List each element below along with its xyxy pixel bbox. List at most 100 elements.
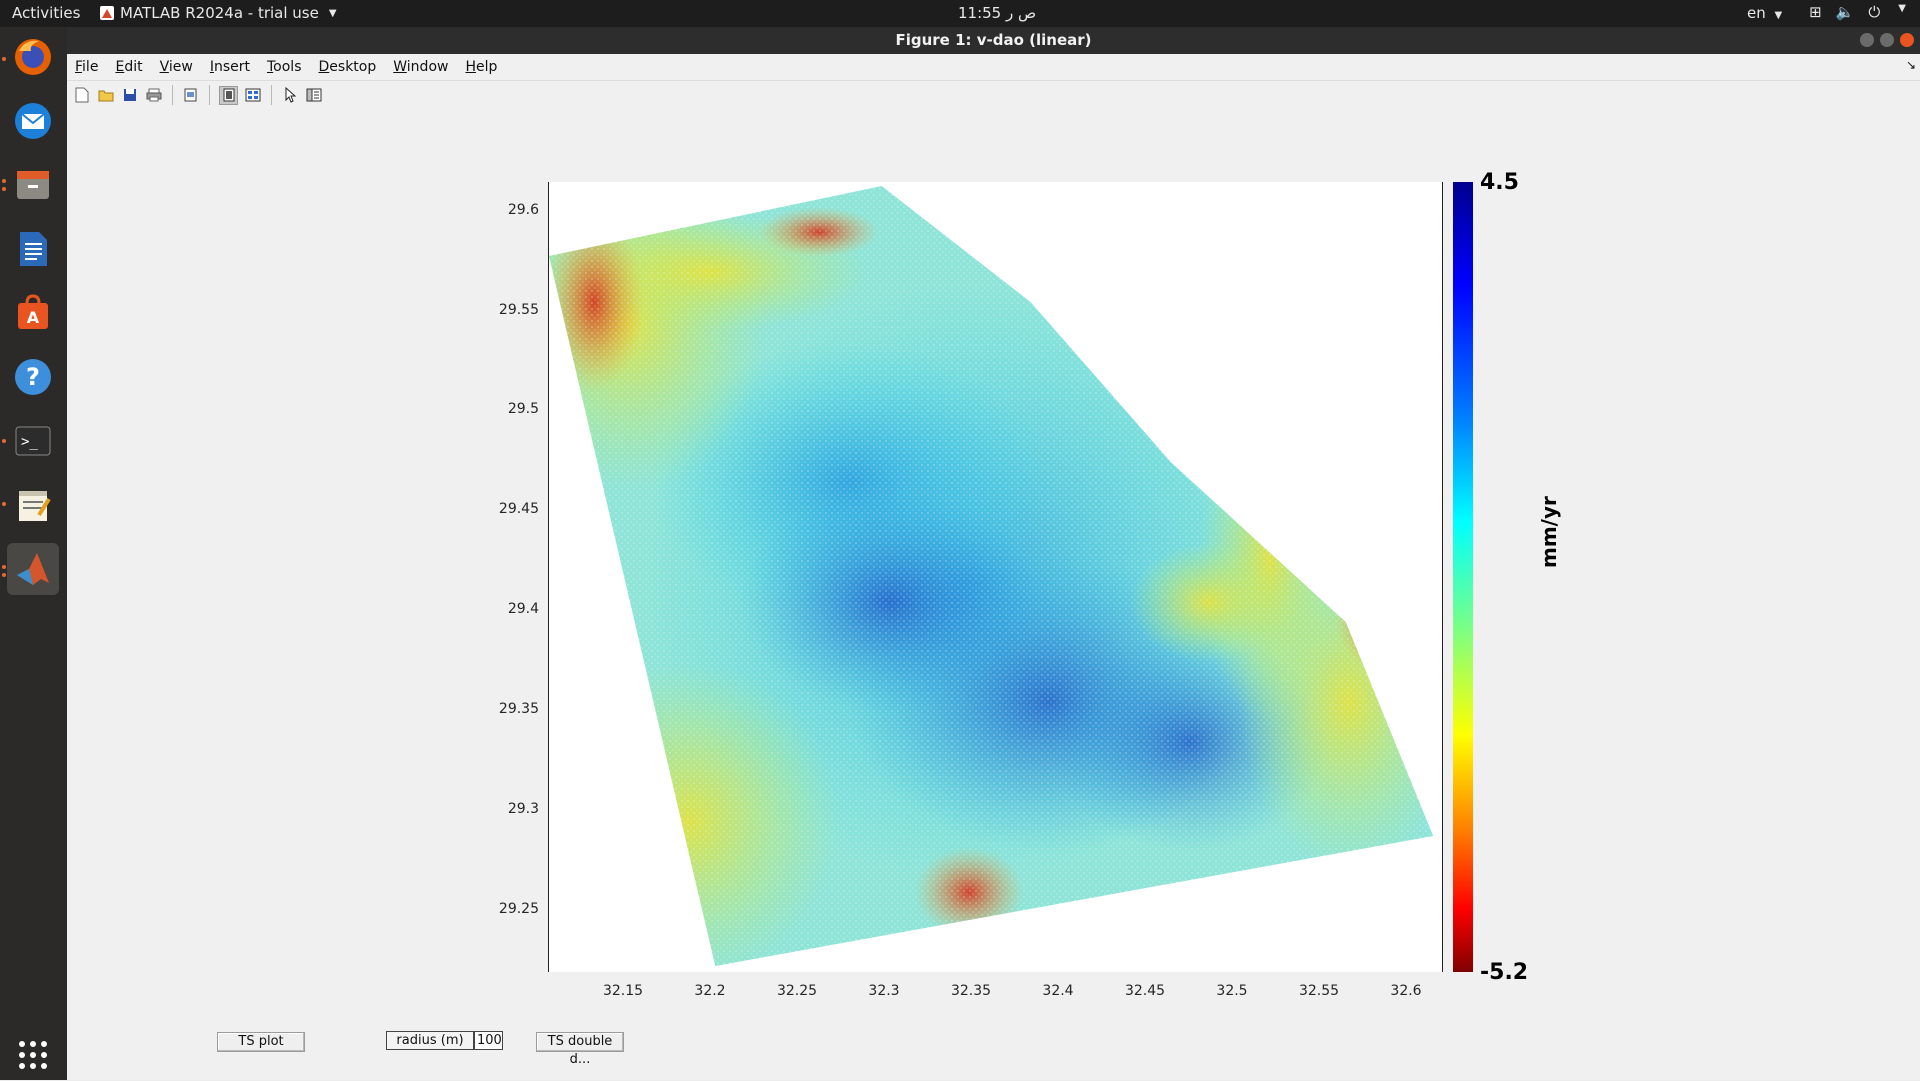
y-tick-label: 29.25 bbox=[498, 901, 539, 917]
top-bar: Activities MATLAB R2024a - trial use ▼ 1… bbox=[0, 0, 1920, 27]
menu-help-mnemonic: H bbox=[465, 59, 476, 75]
radius-input[interactable]: 100 bbox=[474, 1031, 503, 1050]
chevron-down-icon: ▼ bbox=[328, 7, 337, 19]
plot-tools-icon bbox=[245, 88, 261, 102]
print-preview-button[interactable] bbox=[182, 86, 200, 104]
y-tick-label: 29.5 bbox=[507, 401, 539, 417]
svg-text:A: A bbox=[27, 308, 40, 327]
minimize-button[interactable] bbox=[1860, 33, 1874, 47]
print-icon bbox=[146, 88, 162, 102]
system-tray[interactable]: ⊞ 🔈 ⏻ ▼ bbox=[1809, 3, 1906, 21]
terminal-launcher[interactable]: >_ bbox=[7, 415, 59, 467]
dock-toggle-icon bbox=[223, 88, 234, 102]
menu-view-label: iew bbox=[168, 59, 193, 75]
close-button[interactable] bbox=[1900, 33, 1914, 47]
open-button[interactable] bbox=[97, 86, 115, 104]
chevron-down-icon: ▼ bbox=[1898, 3, 1906, 14]
save-button[interactable] bbox=[121, 86, 139, 104]
menu-window[interactable]: Window bbox=[393, 59, 448, 75]
thunderbird-launcher[interactable] bbox=[7, 95, 59, 147]
y-tick-label: 29.55 bbox=[498, 302, 539, 318]
files-icon bbox=[17, 171, 49, 199]
power-icon: ⏻ bbox=[1868, 3, 1881, 21]
x-tick-label: 32.6 bbox=[1390, 983, 1422, 999]
language-indicator[interactable]: en ▼ bbox=[1747, 4, 1782, 22]
x-tick-label: 32.4 bbox=[1042, 983, 1074, 999]
figure-window: Figure 1: v-dao (linear) File Edit View … bbox=[67, 27, 1920, 1080]
dock-toggle-button[interactable] bbox=[219, 85, 238, 105]
window-titlebar[interactable]: Figure 1: v-dao (linear) bbox=[67, 27, 1920, 54]
toolbar-separator bbox=[172, 85, 173, 105]
clock[interactable]: 11:55 ص ر bbox=[958, 4, 1036, 22]
radius-label: radius (m) bbox=[386, 1031, 474, 1050]
plot-tools-button[interactable] bbox=[244, 86, 262, 104]
insar-velocity-map[interactable] bbox=[549, 182, 1442, 972]
activities-button[interactable]: Activities bbox=[12, 4, 80, 22]
text-editor-launcher[interactable] bbox=[7, 479, 59, 531]
y-tick-label: 29.6 bbox=[507, 202, 539, 218]
menu-desktop[interactable]: Desktop bbox=[319, 59, 377, 75]
network-icon: ⊞ bbox=[1809, 3, 1822, 21]
menu-edit[interactable]: Edit bbox=[115, 59, 142, 75]
print-button[interactable] bbox=[145, 86, 163, 104]
y-tick-label: 29.3 bbox=[507, 801, 539, 817]
help-launcher[interactable]: ? bbox=[7, 351, 59, 403]
firefox-launcher[interactable] bbox=[7, 31, 59, 83]
menu-insert-label: nsert bbox=[213, 59, 250, 75]
dock: A ? >_ bbox=[0, 27, 67, 1080]
pointer-icon bbox=[285, 87, 296, 103]
undock-arrow-icon[interactable]: ↘ bbox=[1906, 58, 1916, 72]
app-name: MATLAB R2024a - trial use bbox=[120, 4, 319, 22]
x-tick-label: 32.55 bbox=[1298, 983, 1340, 999]
svg-text:?: ? bbox=[26, 363, 40, 391]
figure-canvas[interactable]: 29.6 29.55 29.5 29.45 29.4 29.35 29.3 29… bbox=[67, 108, 1920, 1080]
colorbar-max-label: 4.5 bbox=[1480, 170, 1519, 195]
text-editor-icon bbox=[19, 491, 51, 521]
colorbar[interactable] bbox=[1453, 182, 1473, 972]
menu-tools[interactable]: Tools bbox=[267, 59, 302, 75]
app-menu[interactable]: MATLAB R2024a - trial use ▼ bbox=[100, 4, 337, 22]
writer-launcher[interactable] bbox=[7, 223, 59, 275]
show-applications-button[interactable] bbox=[7, 1029, 59, 1081]
menu-file-mnemonic: F bbox=[75, 59, 83, 75]
toolbar-separator bbox=[271, 85, 272, 105]
menu-file[interactable]: File bbox=[75, 59, 98, 75]
matlab-launcher[interactable] bbox=[7, 543, 59, 595]
menu-window-label: indow bbox=[406, 59, 449, 75]
thunderbird-icon bbox=[15, 103, 51, 139]
menu-window-mnemonic: W bbox=[393, 59, 407, 75]
x-tick-label: 32.3 bbox=[868, 983, 900, 999]
files-launcher[interactable] bbox=[7, 159, 59, 211]
menu-view[interactable]: View bbox=[160, 59, 193, 75]
menu-desktop-label: esktop bbox=[329, 59, 377, 75]
plot-axes[interactable] bbox=[548, 182, 1443, 972]
menu-help[interactable]: Help bbox=[465, 59, 497, 75]
y-tick-label: 29.35 bbox=[498, 701, 539, 717]
open-icon bbox=[98, 90, 114, 102]
y-tick-label: 29.45 bbox=[498, 501, 539, 517]
property-inspector-icon bbox=[306, 88, 322, 102]
menu-edit-mnemonic: E bbox=[115, 59, 125, 75]
menu-insert[interactable]: Insert bbox=[210, 59, 250, 75]
firefox-icon bbox=[15, 39, 51, 75]
writer-icon bbox=[20, 232, 47, 266]
toolbar-separator bbox=[209, 85, 210, 105]
ts-double-difference-button[interactable]: TS double d... bbox=[536, 1032, 624, 1067]
pointer-button[interactable] bbox=[281, 86, 299, 104]
menu-help-label: elp bbox=[476, 59, 498, 75]
show-applications-icon bbox=[19, 1041, 47, 1069]
window-title: Figure 1: v-dao (linear) bbox=[895, 31, 1092, 49]
svg-text:>_: >_ bbox=[21, 434, 38, 450]
software-icon: A bbox=[18, 294, 48, 329]
new-figure-button[interactable] bbox=[73, 86, 91, 104]
print-preview-icon bbox=[184, 88, 197, 102]
property-inspector-button[interactable] bbox=[305, 86, 323, 104]
help-icon: ? bbox=[15, 359, 51, 395]
menu-view-mnemonic: V bbox=[159, 59, 169, 75]
ts-plot-button[interactable]: TS plot bbox=[217, 1032, 305, 1052]
software-launcher[interactable]: A bbox=[7, 287, 59, 339]
x-tick-label: 32.25 bbox=[776, 983, 818, 999]
x-tick-label: 32.45 bbox=[1124, 983, 1166, 999]
maximize-button[interactable] bbox=[1880, 33, 1894, 47]
matlab-icon bbox=[17, 553, 49, 585]
